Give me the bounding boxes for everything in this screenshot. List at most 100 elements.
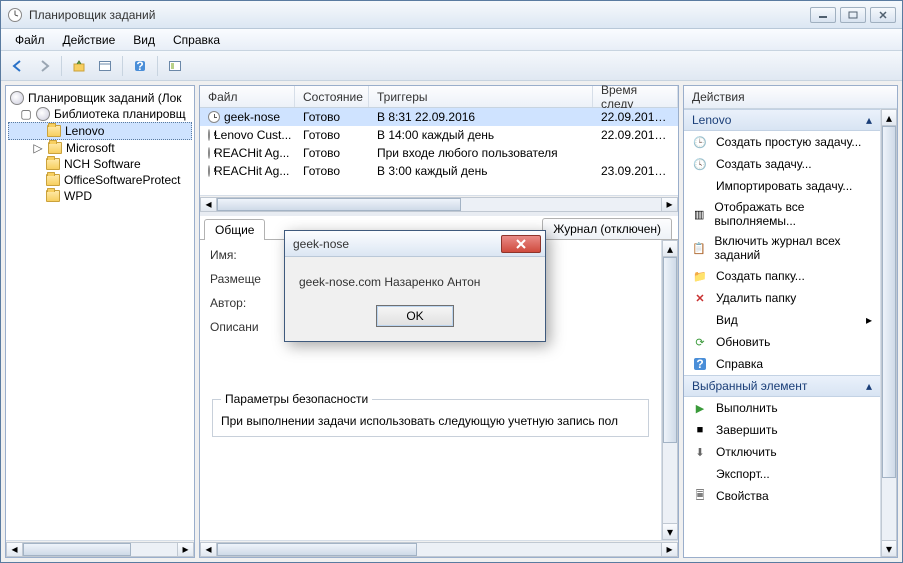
scroll-left-icon[interactable]: ◂ [6, 542, 23, 557]
submenu-icon: ▸ [866, 313, 872, 327]
view-button[interactable] [94, 55, 116, 77]
action-create-basic-task[interactable]: 🕒Создать простую задачу... [684, 131, 880, 153]
actions-vscrollbar[interactable]: ▴ ▾ [880, 109, 897, 557]
action-label: Отключить [716, 445, 777, 459]
action-show-all-running[interactable]: ▥Отображать все выполняемы... [684, 197, 880, 231]
dialog-title-bar[interactable]: geek-nose [285, 231, 545, 257]
menu-bar: Файл Действие Вид Справка [1, 29, 902, 51]
scroll-left-icon[interactable]: ◂ [200, 197, 217, 212]
task-name: geek-nose [224, 110, 280, 124]
ok-button[interactable]: OK [376, 305, 454, 327]
minimize-button[interactable] [810, 7, 836, 23]
action-refresh[interactable]: ⟳Обновить [684, 331, 880, 353]
tree-item-label: NCH Software [64, 157, 141, 171]
menu-action[interactable]: Действие [55, 31, 124, 49]
collapse-icon[interactable]: ▴ [866, 113, 872, 127]
scroll-left-icon[interactable]: ◂ [200, 542, 217, 557]
collapse-icon[interactable]: ▢ [20, 107, 32, 121]
forward-button[interactable] [33, 55, 55, 77]
maximize-button[interactable] [840, 7, 866, 23]
scroll-right-icon[interactable]: ▸ [661, 197, 678, 212]
table-row[interactable]: REACHit Ag... Готово При входе любого по… [200, 144, 678, 162]
action-label: Завершить [716, 423, 778, 437]
action-run[interactable]: ▶Выполнить [684, 397, 880, 419]
table-row[interactable]: REACHit Ag... Готово В 3:00 каждый день … [200, 162, 678, 180]
table-row[interactable]: geek-nose Готово В 8:31 22.09.2016 22.09… [200, 108, 678, 126]
dialog-close-button[interactable] [501, 235, 541, 253]
scroll-down-icon[interactable]: ▾ [881, 540, 897, 557]
task-icon [208, 129, 210, 141]
scroll-right-icon[interactable]: ▸ [177, 542, 194, 557]
scroll-up-icon[interactable]: ▴ [881, 109, 897, 126]
col-state[interactable]: Состояние [295, 86, 369, 107]
scroll-down-icon[interactable]: ▾ [662, 523, 678, 540]
folder-icon [46, 174, 60, 186]
col-triggers[interactable]: Триггеры [369, 86, 593, 107]
action-label: Выполнить [716, 401, 778, 415]
action-disable[interactable]: ⬇Отключить [684, 441, 880, 463]
action-help[interactable]: ?Справка [684, 353, 880, 375]
tree-item-microsoft[interactable]: ▷ Microsoft [8, 140, 192, 156]
close-button[interactable] [870, 7, 896, 23]
details-hscrollbar[interactable]: ◂ ▸ [200, 540, 678, 557]
tree-root[interactable]: Планировщик заданий (Лок [8, 90, 192, 106]
list-hscrollbar[interactable]: ◂ ▸ [200, 195, 678, 212]
action-create-task[interactable]: 🕓 Создать задачу... [684, 153, 880, 175]
toolbar-separator [61, 56, 62, 76]
action-end[interactable]: ■ Завершить [684, 419, 880, 441]
back-button[interactable] [7, 55, 29, 77]
menu-view[interactable]: Вид [125, 31, 163, 49]
scroll-up-icon[interactable]: ▴ [662, 240, 678, 257]
window-title: Планировщик заданий [29, 8, 810, 22]
tab-general[interactable]: Общие [204, 219, 265, 240]
action-view[interactable]: Вид▸ [684, 309, 880, 331]
collapse-icon[interactable]: ▴ [866, 379, 872, 393]
task-list: Файл Состояние Триггеры Время следу geek… [200, 86, 678, 216]
action-enable-history[interactable]: 📋Включить журнал всех заданий [684, 231, 880, 265]
action-delete-folder[interactable]: ✕Удалить папку [684, 287, 880, 309]
stop-icon: ■ [692, 422, 708, 438]
tree-hscrollbar[interactable]: ◂ ▸ [6, 540, 194, 557]
action-label: Импортировать задачу... [716, 179, 852, 193]
task-icon: 🕒 [692, 134, 708, 150]
actions-panel: Действия Lenovo ▴ 🕒Создать простую задач… [683, 85, 898, 558]
actions-group-selected[interactable]: Выбранный элемент ▴ [684, 375, 880, 397]
action-label: Экспорт... [716, 467, 770, 481]
task-next: 22.09.2016 14 [593, 128, 678, 142]
security-text: При выполнении задачи использовать следу… [221, 414, 640, 428]
action-export[interactable]: Экспорт... [684, 463, 880, 485]
actions-group-context[interactable]: Lenovo ▴ [684, 109, 880, 131]
group-label: Выбранный элемент [692, 379, 807, 393]
scroll-right-icon[interactable]: ▸ [661, 542, 678, 557]
tab-history[interactable]: Журнал (отключен) [542, 218, 672, 239]
action-new-folder[interactable]: 📁Создать папку... [684, 265, 880, 287]
help-button[interactable]: ? [129, 55, 151, 77]
tree-item-wpd[interactable]: WPD [8, 188, 192, 204]
action-label: Создать задачу... [716, 157, 812, 171]
tree-item-label: Microsoft [66, 141, 115, 155]
tree-item-lenovo[interactable]: Lenovo [8, 122, 192, 140]
tree-library[interactable]: ▢ Библиотека планировщ [8, 106, 192, 122]
menu-file[interactable]: Файл [7, 31, 53, 49]
menu-help[interactable]: Справка [165, 31, 228, 49]
table-row[interactable]: Lenovo Cust... Готово В 14:00 каждый ден… [200, 126, 678, 144]
up-button[interactable] [68, 55, 90, 77]
refresh-view-button[interactable] [164, 55, 186, 77]
tree-lib-label: Библиотека планировщ [54, 107, 186, 121]
action-properties[interactable]: 🗏Свойства [684, 485, 880, 507]
details-vscrollbar[interactable]: ▴ ▾ [661, 240, 678, 540]
task-state: Готово [295, 110, 369, 124]
col-next-run[interactable]: Время следу [593, 86, 678, 107]
task-icon: 🕓 [692, 156, 708, 172]
dialog-title: geek-nose [293, 237, 501, 251]
task-trigger: При входе любого пользователя [369, 146, 593, 160]
tree-item-nch[interactable]: NCH Software [8, 156, 192, 172]
task-next: 22.09.2016 8:3 [593, 110, 678, 124]
col-file[interactable]: Файл [200, 86, 295, 107]
expand-icon[interactable]: ▷ [32, 141, 44, 155]
action-label: Удалить папку [716, 291, 796, 305]
task-state: Готово [295, 128, 369, 142]
tree-item-office[interactable]: OfficeSoftwareProtect [8, 172, 192, 188]
action-import-task[interactable]: Импортировать задачу... [684, 175, 880, 197]
tree[interactable]: Планировщик заданий (Лок ▢ Библиотека пл… [6, 86, 194, 540]
